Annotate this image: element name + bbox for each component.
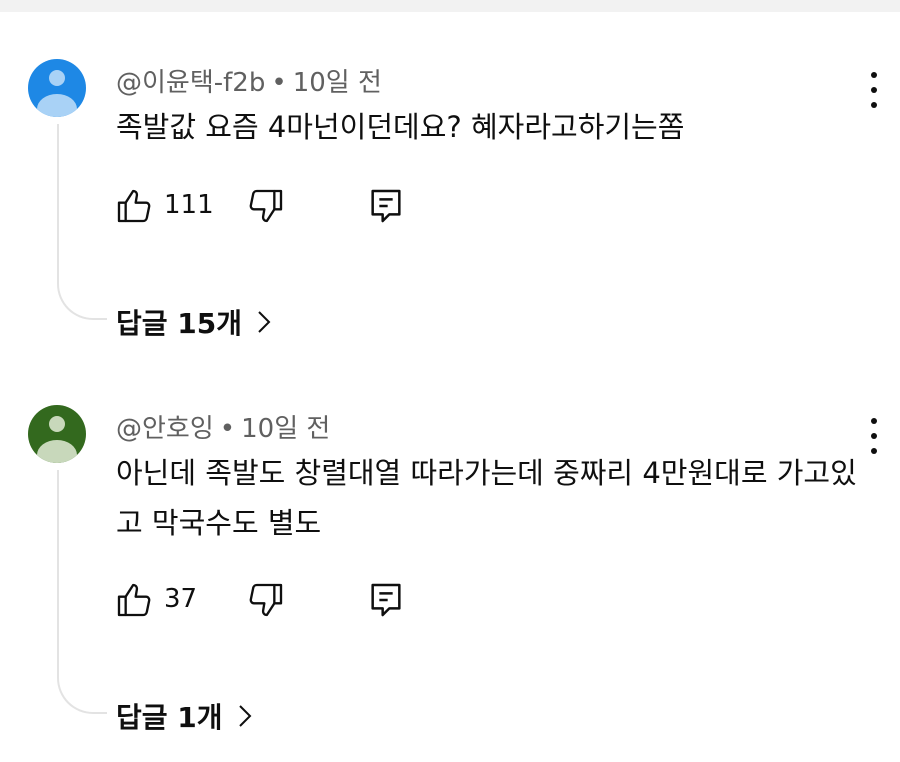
avatar[interactable] (28, 59, 86, 117)
avatar-head (49, 70, 65, 86)
meta-separator: • (271, 68, 287, 98)
comment-meta: @이윤택-f2b • 10일 전 (116, 62, 382, 99)
comment-actions: 37 (114, 580, 414, 620)
like-count: 111 (164, 190, 214, 220)
comment-author[interactable]: @안호잉 (116, 414, 214, 444)
thread-line (57, 124, 107, 320)
comment-time[interactable]: 10일 전 (293, 68, 382, 98)
replies-label: 답글 15개 (116, 307, 242, 340)
meta-separator: • (219, 414, 236, 444)
comment-actions: 111 (114, 186, 414, 226)
comment-time[interactable]: 10일 전 (241, 414, 330, 444)
thumb-up-icon[interactable] (114, 580, 154, 620)
replies-toggle-button[interactable]: 답글 1개 (116, 696, 253, 736)
thumb-down-icon[interactable] (246, 580, 286, 620)
comment-text: 아닌데 족발도 창렬대열 따라가는데 중짜리 4만원대로 가고있고 막국수도 별… (116, 456, 857, 540)
comment-author[interactable]: @이윤택-f2b (116, 68, 265, 98)
avatar-head (49, 416, 65, 432)
thumb-up-icon[interactable] (114, 186, 154, 226)
thumb-down-icon[interactable] (246, 186, 286, 226)
comment-reply-icon[interactable] (366, 580, 406, 620)
like-count: 37 (164, 584, 198, 614)
comment-reply-icon[interactable] (366, 186, 406, 226)
replies-toggle-button[interactable]: 답글 15개 (116, 302, 272, 342)
replies-label: 답글 1개 (116, 701, 223, 734)
chevron-right-icon (258, 311, 271, 333)
avatar-body (37, 440, 77, 463)
comment-meta: @안호잉 • 10일 전 (116, 408, 330, 445)
thread-line (57, 470, 107, 714)
top-bar (0, 0, 900, 12)
avatar[interactable] (28, 405, 86, 463)
comment-text: 족발값 요즘 4마넌이던데요? 혜자라고하기는쫌 (116, 110, 685, 144)
chevron-right-icon (238, 705, 251, 727)
avatar-body (37, 94, 77, 117)
